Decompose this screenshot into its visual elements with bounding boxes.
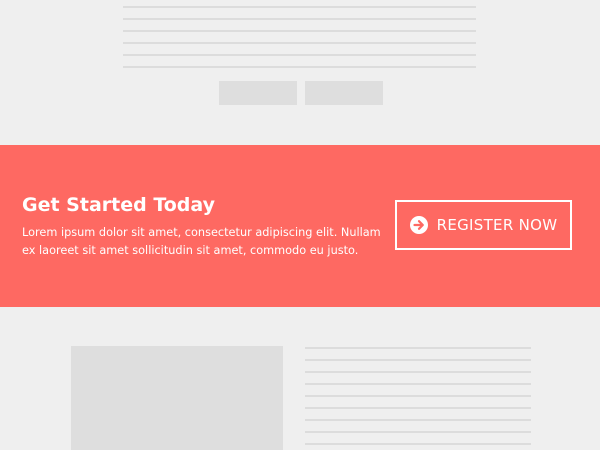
- placeholder-text-line: [305, 359, 531, 361]
- image-placeholder: [71, 346, 283, 450]
- placeholder-text-line: [305, 371, 531, 373]
- placeholder-text-line: [123, 30, 476, 32]
- placeholder-text-line: [305, 395, 531, 397]
- placeholder-text-line: [123, 6, 476, 8]
- cta-title: Get Started Today: [22, 194, 216, 216]
- placeholder-text-line: [305, 347, 531, 349]
- placeholder-text-line: [123, 66, 476, 68]
- placeholder-button[interactable]: [219, 81, 297, 105]
- arrow-circle-right-icon: [409, 216, 428, 234]
- register-now-label: REGISTER NOW: [436, 216, 558, 234]
- placeholder-text-line: [305, 419, 531, 421]
- placeholder-text-line: [305, 383, 531, 385]
- top-placeholder-section: [0, 0, 600, 145]
- placeholder-text-line: [123, 18, 476, 20]
- placeholder-button[interactable]: [305, 81, 383, 105]
- placeholder-text-line: [123, 42, 476, 44]
- cta-description: Lorem ipsum dolor sit amet, consectetur …: [22, 226, 381, 257]
- register-now-button[interactable]: REGISTER NOW: [395, 200, 572, 250]
- placeholder-text-line: [305, 407, 531, 409]
- placeholder-text-line: [123, 54, 476, 56]
- placeholder-text-line: [305, 431, 531, 433]
- placeholder-text-line: [305, 443, 531, 445]
